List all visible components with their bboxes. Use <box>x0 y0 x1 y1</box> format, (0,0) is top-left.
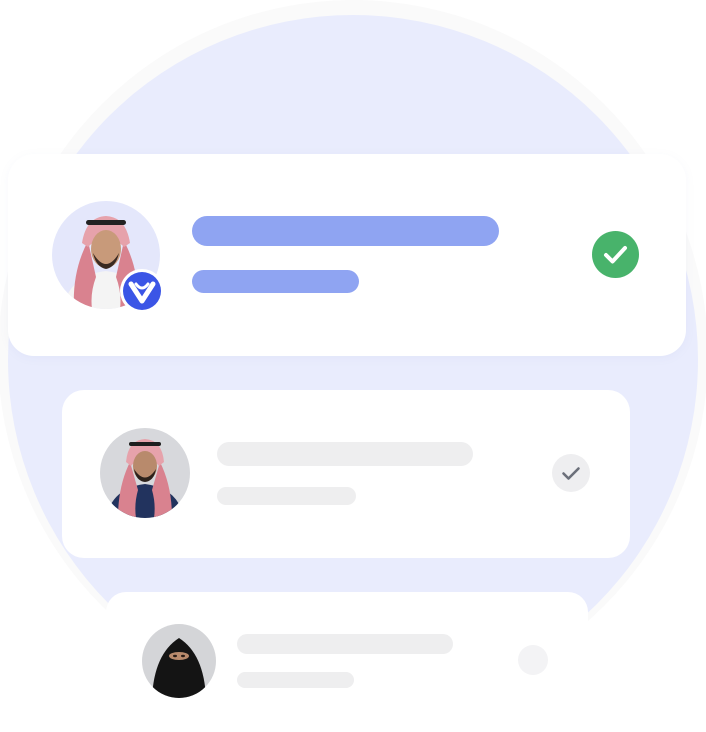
check-circle-grey-icon[interactable] <box>518 645 548 675</box>
title-placeholder-bar <box>217 442 473 466</box>
subtitle-placeholder-bar <box>192 270 359 293</box>
check-circle-grey-icon[interactable] <box>552 454 590 492</box>
title-placeholder-bar <box>192 216 499 246</box>
avatar <box>142 624 216 698</box>
subtitle-placeholder-bar <box>217 487 356 505</box>
avatar <box>100 428 190 518</box>
subtitle-placeholder-bar <box>237 672 354 688</box>
verified-badge-icon <box>120 269 164 313</box>
check-circle-green-icon[interactable] <box>592 231 639 278</box>
title-placeholder-bar <box>237 634 453 654</box>
